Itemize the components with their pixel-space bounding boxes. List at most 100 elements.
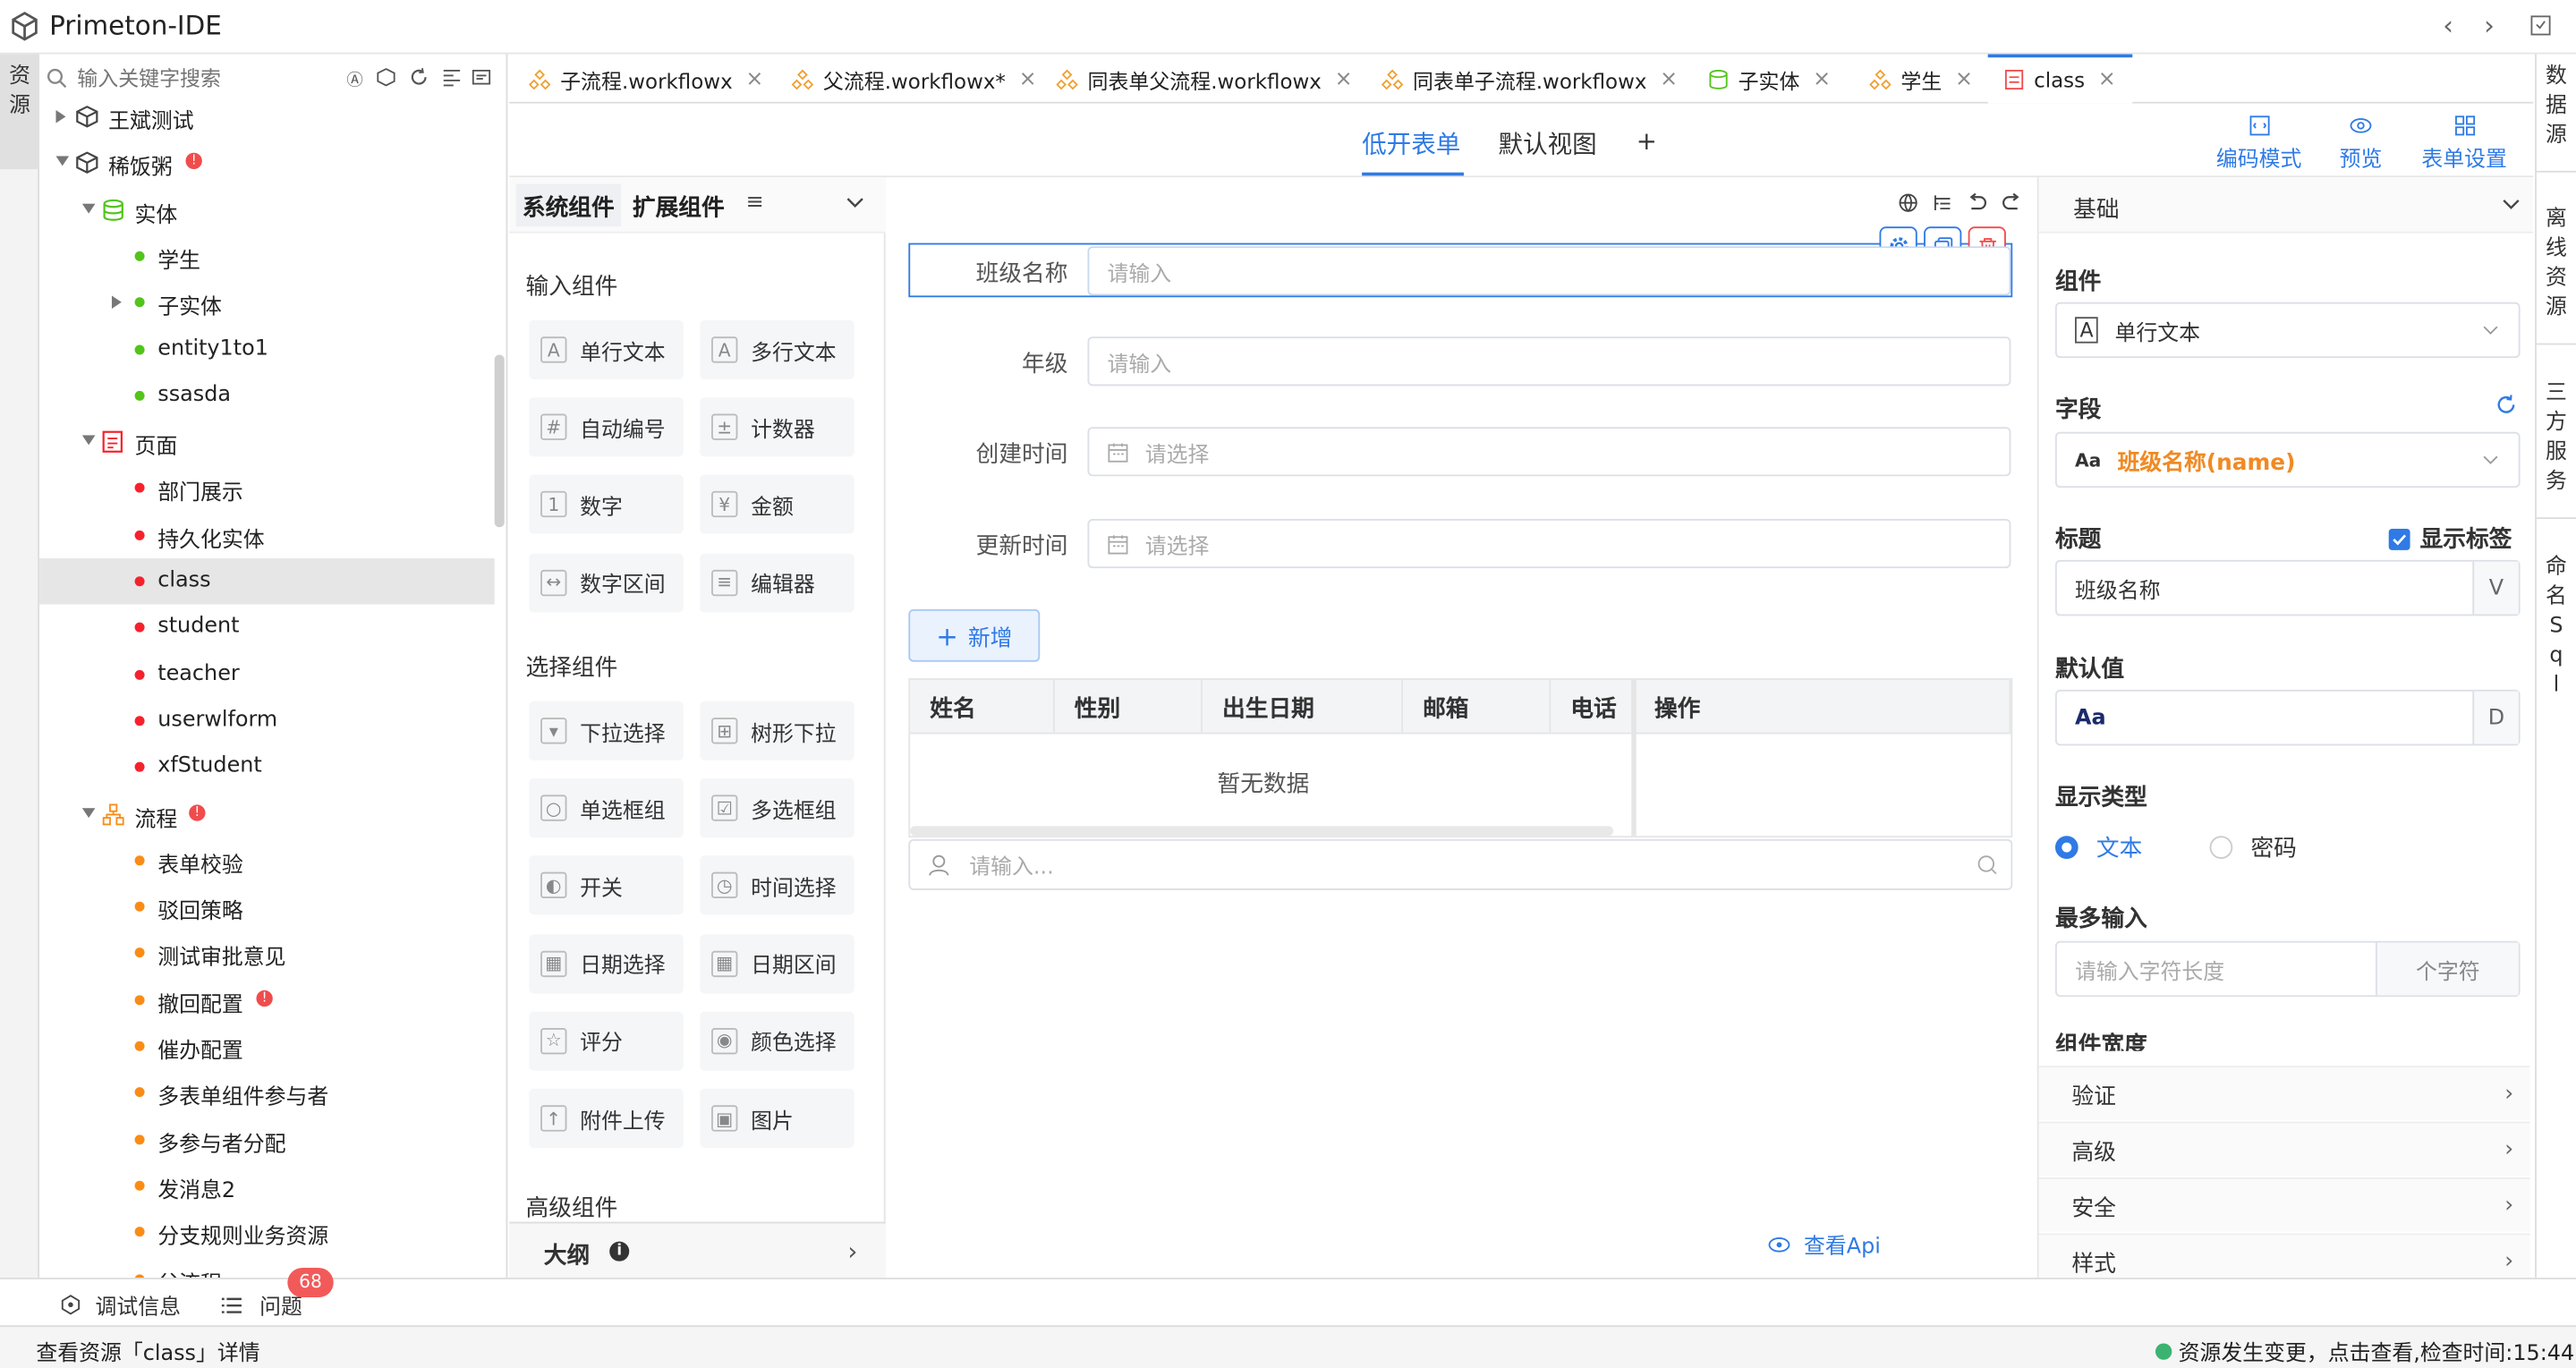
- tree-item[interactable]: xfStudent: [39, 744, 495, 790]
- property-section[interactable]: 安全 ›: [2038, 1177, 2530, 1232]
- close-icon[interactable]: ×: [745, 66, 763, 91]
- tree-item[interactable]: userwlform: [39, 698, 495, 743]
- tree-item[interactable]: 稀饭粥!: [39, 140, 495, 186]
- palette-item[interactable]: ○ 单选框组: [529, 778, 684, 838]
- component-select[interactable]: A 单行文本: [2054, 302, 2521, 359]
- tree-item[interactable]: 撤回配置!: [39, 977, 495, 1023]
- view-api-link[interactable]: 查看Api: [1768, 1228, 1881, 1260]
- caret-right-icon[interactable]: [55, 109, 66, 123]
- search-input[interactable]: [77, 64, 341, 90]
- outline-bar[interactable]: 大纲 i ›: [509, 1221, 886, 1279]
- palette-item[interactable]: ☑ 多选框组: [700, 778, 854, 838]
- caret-down-icon[interactable]: [81, 807, 96, 818]
- property-section[interactable]: 高级 ›: [2038, 1121, 2530, 1177]
- cube-icon[interactable]: [376, 67, 395, 87]
- palette-item[interactable]: ± 计数器: [700, 397, 854, 457]
- tree-item[interactable]: 驳回策略: [39, 884, 495, 930]
- debug-info-tab[interactable]: 调试信息: [59, 1289, 181, 1321]
- back-arrow-icon[interactable]: ‹: [2443, 10, 2453, 41]
- right-rail-item[interactable]: 离线资源: [2537, 205, 2576, 323]
- editor-tab[interactable]: 父流程.workflowx* ×: [776, 55, 1037, 104]
- caret-down-icon[interactable]: [55, 156, 70, 166]
- expand-icon[interactable]: [2530, 15, 2552, 37]
- user-search-box[interactable]: 请输入...: [908, 838, 2013, 890]
- close-icon[interactable]: ×: [1660, 66, 1678, 91]
- editor-tab[interactable]: 子实体 ×: [1692, 55, 1849, 104]
- palette-item[interactable]: ◉ 颜色选择: [700, 1011, 854, 1071]
- default-value-button[interactable]: D: [2472, 691, 2519, 744]
- editor-tab[interactable]: 子流程.workflowx ×: [513, 55, 772, 104]
- editor-tab[interactable]: 学生 ×: [1853, 55, 1985, 104]
- globe-icon[interactable]: [1898, 192, 1919, 214]
- tree-item[interactable]: entity1to1: [39, 326, 495, 371]
- text-input[interactable]: 请输入: [1087, 246, 2011, 296]
- palette-item[interactable]: ¥ 金额: [700, 475, 854, 535]
- title-var-button[interactable]: V: [2472, 561, 2519, 615]
- palette-item[interactable]: ↑ 附件上传: [529, 1088, 684, 1149]
- tree-item[interactable]: 分支规则业务资源: [39, 1209, 495, 1254]
- tree-item[interactable]: 多表单组件参与者: [39, 1069, 495, 1115]
- tree-item[interactable]: 实体: [39, 187, 495, 233]
- sync-icon[interactable]: [2495, 395, 2517, 416]
- palette-item[interactable]: ▣ 图片: [700, 1088, 854, 1149]
- tree-item[interactable]: 父流程: [39, 1255, 495, 1279]
- palette-item[interactable]: A 多行文本: [700, 319, 854, 380]
- close-icon[interactable]: ×: [1019, 66, 1037, 91]
- right-rail-item[interactable]: 数据源: [2537, 63, 2576, 151]
- palette-item[interactable]: ⊞ 树形下拉: [700, 701, 854, 760]
- palette-item[interactable]: 1 数字: [529, 475, 684, 535]
- tree-scrollbar[interactable]: [494, 354, 505, 528]
- tree-item[interactable]: 多参与者分配: [39, 1116, 495, 1161]
- max-input-field[interactable]: 请输入字符长度 个字符: [2054, 940, 2521, 998]
- tree-item[interactable]: teacher: [39, 651, 495, 697]
- tree-item[interactable]: class: [39, 558, 495, 605]
- redo-icon[interactable]: [2001, 192, 2022, 214]
- editor-tab[interactable]: 同表单父流程.workflowx ×: [1040, 55, 1362, 104]
- palette-item[interactable]: A 单行文本: [529, 319, 684, 380]
- locate-icon[interactable]: [472, 67, 491, 87]
- tree-item[interactable]: 王斌测试: [39, 94, 495, 140]
- palette-item[interactable]: # 自动编号: [529, 397, 684, 457]
- caret-right-icon[interactable]: [111, 295, 122, 310]
- palette-menu-icon[interactable]: ≡: [746, 191, 764, 216]
- editor-tab[interactable]: class ×: [1987, 54, 2133, 104]
- palette-item[interactable]: ↔ 数字区间: [529, 552, 684, 612]
- tree-item[interactable]: 学生: [39, 233, 495, 278]
- tab-system-components[interactable]: 系统组件: [515, 183, 622, 227]
- tree-item[interactable]: 催办配置: [39, 1024, 495, 1069]
- palette-item[interactable]: ≡ 编辑器: [700, 552, 854, 612]
- add-row-button[interactable]: + 新增: [908, 608, 1041, 662]
- tree-item[interactable]: ssasda: [39, 372, 495, 418]
- caret-down-icon[interactable]: [81, 202, 96, 213]
- chevron-down-icon[interactable]: [846, 197, 864, 208]
- props-header[interactable]: 基础: [2038, 177, 2534, 234]
- forward-arrow-icon[interactable]: ›: [2484, 10, 2495, 41]
- tree-item[interactable]: 持久化实体: [39, 512, 495, 557]
- tree-item[interactable]: 发消息2: [39, 1162, 495, 1208]
- activity-resources[interactable]: 资源: [0, 54, 40, 170]
- status-change-notice[interactable]: 资源发生变更，点击查看,检查时间:15:44: [2155, 1335, 2574, 1366]
- property-section[interactable]: 验证 ›: [2038, 1066, 2530, 1120]
- title-input[interactable]: 班级名称 V: [2054, 559, 2521, 616]
- palette-item[interactable]: ▦ 日期选择: [529, 933, 684, 993]
- issues-tab[interactable]: 问题: [220, 1289, 302, 1321]
- tree-item[interactable]: 部门展示: [39, 465, 495, 511]
- tree-item[interactable]: 子实体: [39, 279, 495, 325]
- text-input[interactable]: 请输入: [1087, 336, 2011, 387]
- tab-lowcode-form[interactable]: 低开表单: [1362, 126, 1460, 161]
- preview-button[interactable]: 预览: [2326, 115, 2395, 173]
- date-picker[interactable]: 请选择: [1087, 427, 2011, 477]
- tab-default-view[interactable]: 默认视图: [1499, 126, 1597, 161]
- close-icon[interactable]: ×: [1955, 66, 1973, 91]
- undo-icon[interactable]: [1967, 192, 1988, 214]
- tree-structure-icon[interactable]: [1932, 192, 1953, 214]
- close-icon[interactable]: ×: [2098, 66, 2116, 91]
- tree-item[interactable]: 页面: [39, 419, 495, 464]
- palette-item[interactable]: ◐ 开关: [529, 856, 684, 916]
- tree-item[interactable]: 测试审批意见: [39, 930, 495, 976]
- tree-item[interactable]: 流程!: [39, 791, 495, 837]
- editor-tab[interactable]: 同表单子流程.workflowx ×: [1365, 55, 1689, 104]
- close-icon[interactable]: ×: [1813, 66, 1831, 91]
- close-icon[interactable]: ×: [1335, 66, 1353, 91]
- palette-item[interactable]: ☆ 评分: [529, 1011, 684, 1071]
